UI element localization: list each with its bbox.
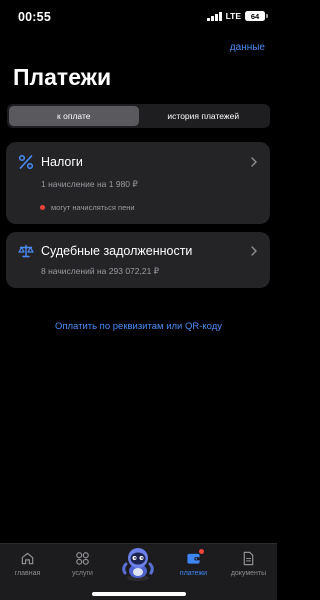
- tab-services[interactable]: услуги: [55, 544, 110, 584]
- status-time: 00:55: [18, 10, 51, 24]
- penalty-warning-text: могут начисляться пени: [51, 203, 135, 212]
- signal-icon: [207, 11, 222, 21]
- taxes-summary: 1 начисление на 1 980 ₽: [41, 179, 138, 189]
- taxes-card[interactable]: Налоги 1 начисление на 1 980 ₽ могут нач…: [6, 142, 270, 224]
- tab-payment-history[interactable]: история платежей: [139, 106, 269, 126]
- robot-mascot-icon[interactable]: [118, 546, 158, 582]
- status-indicators: LTE 64: [207, 11, 268, 21]
- page-title: Платежи: [13, 64, 112, 90]
- battery-icon: 64: [245, 11, 268, 21]
- warning-dot-icon: [40, 205, 45, 210]
- tab-home-label: главная: [14, 570, 41, 577]
- tab-to-pay[interactable]: к оплате: [9, 106, 139, 126]
- status-bar: 00:55 LTE 64: [0, 0, 277, 34]
- tab-home[interactable]: главная: [0, 544, 55, 584]
- tab-services-label: услуги: [72, 570, 93, 577]
- document-icon: [243, 551, 254, 566]
- pay-by-details-link[interactable]: Оплатить по реквизитам или QR-коду: [0, 321, 277, 332]
- chevron-right-icon: [251, 246, 257, 256]
- payments-segmented-control: к оплате история платежей: [7, 104, 270, 128]
- penalty-warning: могут начисляться пени: [40, 203, 135, 212]
- data-link[interactable]: данные: [230, 42, 265, 53]
- court-debts-card[interactable]: Судебные задолженности 8 начислений на 2…: [6, 232, 270, 288]
- court-debts-summary: 8 начислений на 293 072,21 ₽: [41, 266, 160, 276]
- home-indicator: [92, 592, 186, 596]
- network-type: LTE: [225, 11, 241, 21]
- percent-icon: [18, 154, 34, 170]
- tab-payments-label: платежи: [179, 570, 208, 577]
- scales-icon: [18, 244, 34, 258]
- tab-payments[interactable]: платежи: [166, 544, 221, 584]
- battery-level: 64: [250, 11, 260, 21]
- tab-documents-label: документы: [230, 570, 267, 577]
- tab-documents[interactable]: документы: [221, 544, 276, 584]
- notification-badge: [199, 549, 204, 554]
- grid-icon: [76, 552, 89, 565]
- home-icon: [21, 552, 34, 565]
- chevron-right-icon: [251, 157, 257, 167]
- taxes-title: Налоги: [41, 155, 83, 169]
- court-debts-title: Судебные задолженности: [41, 244, 193, 258]
